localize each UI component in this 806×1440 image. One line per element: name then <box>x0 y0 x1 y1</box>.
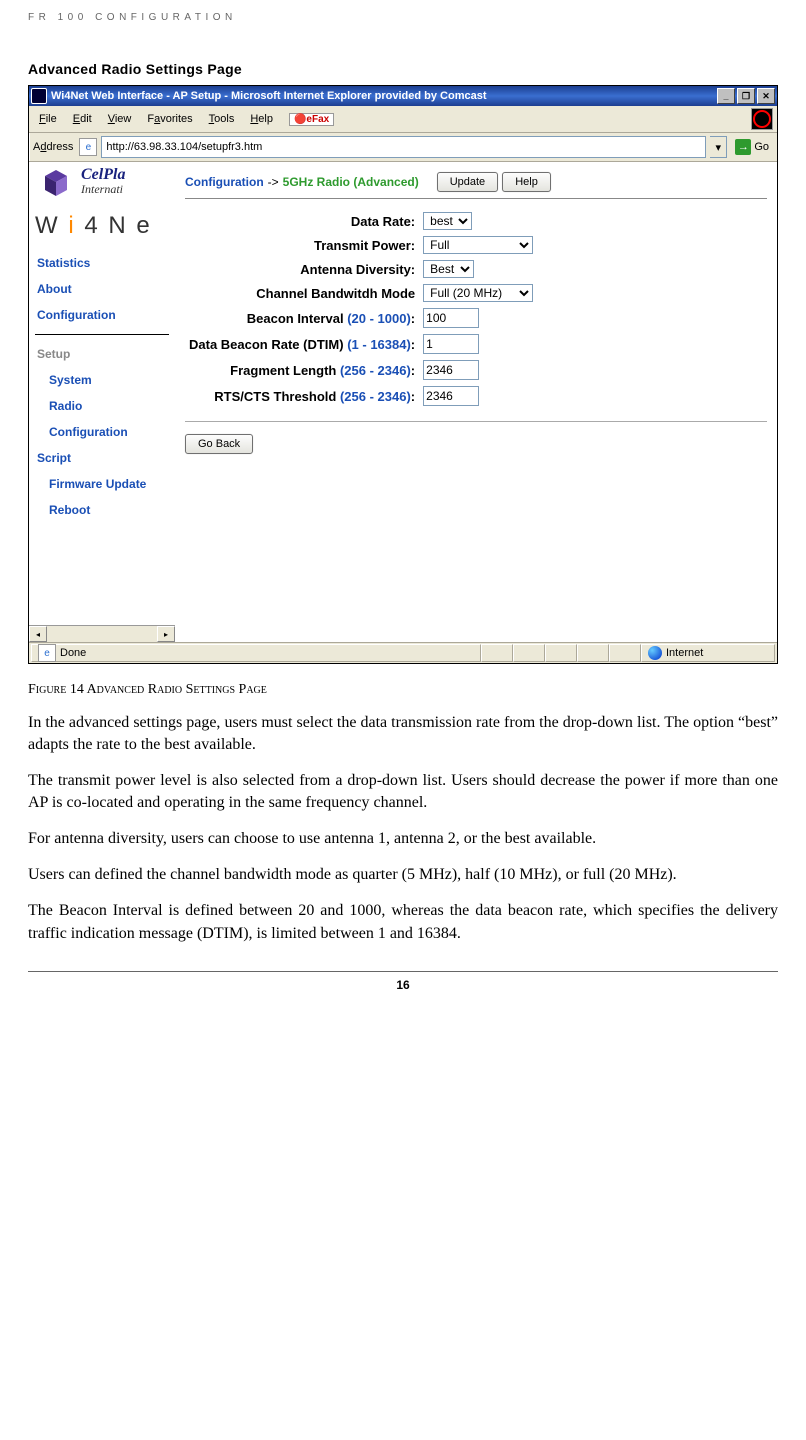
url-input[interactable] <box>101 136 706 158</box>
sidebar-divider <box>35 334 169 335</box>
sidebar: CelPla Internati W i 4 N e Statistics Ab… <box>29 162 175 642</box>
paragraph-5: The Beacon Interval is defined between 2… <box>28 900 778 944</box>
dtim-range: (1 - 16384) <box>347 337 411 352</box>
fragment-range: (256 - 2346) <box>340 363 411 378</box>
document-header: FR 100 CONFIGURATION <box>28 12 778 23</box>
tx-power-select[interactable]: Full <box>423 236 533 254</box>
fragment-label: Fragment Length <box>230 363 336 378</box>
section-heading: Advanced Radio Settings Page <box>28 61 778 77</box>
antenna-diversity-select[interactable]: Best <box>423 260 474 278</box>
go-button[interactable]: → Go <box>731 138 773 156</box>
channel-bw-select[interactable]: Full (20 MHz) <box>423 284 533 302</box>
rts-label: RTS/CTS Threshold <box>214 389 336 404</box>
nav-radio[interactable]: Radio <box>35 393 169 419</box>
logo-icon <box>35 168 77 202</box>
minimize-button[interactable]: _ <box>717 88 735 104</box>
settings-form: Data Rate: best Transmit Power: Full Ant… <box>185 209 537 409</box>
go-label: Go <box>754 141 769 153</box>
menu-favorites[interactable]: Favorites <box>141 111 198 127</box>
antenna-diversity-label: Antenna Diversity: <box>300 262 415 277</box>
brand-subtitle: Internati <box>81 182 125 197</box>
channel-bw-label: Channel Bandwitdh Mode <box>256 286 415 301</box>
nav-system[interactable]: System <box>35 367 169 393</box>
page-icon: e <box>79 138 97 156</box>
beacon-range: (20 - 1000) <box>347 311 411 326</box>
restore-button[interactable]: ❐ <box>737 88 755 104</box>
window-title: Wi4Net Web Interface - AP Setup - Micros… <box>51 90 487 102</box>
form-divider <box>185 421 767 422</box>
tx-power-label: Transmit Power: <box>314 238 415 253</box>
go-back-button[interactable]: Go Back <box>185 434 253 454</box>
status-page-icon: e <box>38 644 56 662</box>
data-rate-select[interactable]: best <box>423 212 472 230</box>
product-name: W i 4 N e <box>35 212 169 240</box>
update-button[interactable]: Update <box>437 172 498 192</box>
help-button[interactable]: Help <box>502 172 551 192</box>
nav-config-script-1[interactable]: Configuration <box>35 419 169 445</box>
sidebar-scrollbar[interactable]: ◂ ▸ <box>29 625 175 642</box>
scroll-right-icon[interactable]: ▸ <box>157 626 175 642</box>
url-dropdown[interactable]: ▾ <box>710 136 727 158</box>
menu-help[interactable]: Help <box>244 111 279 127</box>
nav-config-script-2[interactable]: Script <box>35 445 169 471</box>
status-bar: e Done Internet <box>29 642 777 663</box>
main-content: Configuration -> 5GHz Radio (Advanced) U… <box>175 162 777 642</box>
nav-about[interactable]: About <box>35 276 169 302</box>
breadcrumb: Configuration -> 5GHz Radio (Advanced) U… <box>185 166 767 199</box>
address-label: Address <box>33 141 73 153</box>
titlebar: Wi4Net Web Interface - AP Setup - Micros… <box>29 86 777 106</box>
close-button[interactable]: ✕ <box>757 88 775 104</box>
paragraph-3: For antenna diversity, users can choose … <box>28 828 778 850</box>
address-bar: Address e ▾ → Go <box>29 133 777 162</box>
menu-edit[interactable]: Edit <box>67 111 98 127</box>
paragraph-1: In the advanced settings page, users mus… <box>28 712 778 756</box>
brand-icon <box>751 108 773 130</box>
browser-window: Wi4Net Web Interface - AP Setup - Micros… <box>28 85 778 664</box>
nav-setup: Setup <box>35 341 169 367</box>
status-zone: Internet <box>666 647 703 659</box>
internet-zone-icon <box>648 646 662 660</box>
figure-caption: Figure 14 Advanced Radio Settings Page <box>28 682 778 698</box>
nav-reboot[interactable]: Reboot <box>35 497 169 523</box>
breadcrumb-arrow: -> <box>268 175 279 189</box>
efax-button[interactable]: 🔴eFax <box>289 113 334 126</box>
dtim-input[interactable] <box>423 334 479 354</box>
beacon-label: Beacon Interval <box>247 311 344 326</box>
brand-name: CelPla <box>81 168 125 182</box>
go-arrow-icon: → <box>735 139 751 155</box>
rts-range: (256 - 2346) <box>340 389 411 404</box>
status-done: Done <box>60 647 86 659</box>
menu-view[interactable]: View <box>102 111 138 127</box>
menubar: File Edit View Favorites Tools Help 🔴eFa… <box>29 106 777 133</box>
data-rate-label: Data Rate: <box>351 214 415 229</box>
menu-tools[interactable]: Tools <box>203 111 241 127</box>
menu-file[interactable]: File <box>33 111 63 127</box>
nav-firmware[interactable]: Firmware Update <box>35 471 169 497</box>
breadcrumb-root[interactable]: Configuration <box>185 175 264 189</box>
dtim-label: Data Beacon Rate (DTIM) <box>189 337 344 352</box>
paragraph-4: Users can defined the channel bandwidth … <box>28 864 778 886</box>
breadcrumb-current: 5GHz Radio (Advanced) <box>283 175 419 189</box>
nav-statistics[interactable]: Statistics <box>35 250 169 276</box>
app-icon <box>31 88 47 104</box>
fragment-input[interactable] <box>423 360 479 380</box>
nav-configuration[interactable]: Configuration <box>35 302 169 328</box>
paragraph-2: The transmit power level is also selecte… <box>28 770 778 814</box>
scroll-left-icon[interactable]: ◂ <box>29 626 47 642</box>
beacon-input[interactable] <box>423 308 479 328</box>
page-number: 16 <box>28 971 778 992</box>
rts-input[interactable] <box>423 386 479 406</box>
